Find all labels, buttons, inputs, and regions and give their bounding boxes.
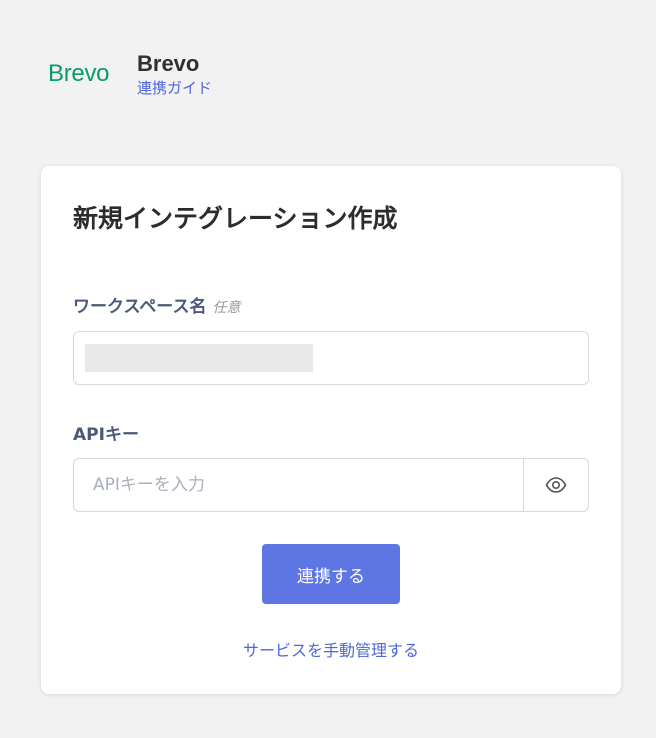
api-key-label: APIキー <box>73 425 139 445</box>
manual-manage-link[interactable]: サービスを手動管理する <box>41 637 621 661</box>
page-title: 新規インテグレーション作成 <box>73 204 398 233</box>
connect-button[interactable]: 連携する <box>262 544 400 604</box>
workspace-name-value: ■■■■■■■■■■ <box>85 344 313 372</box>
app-name: Brevo <box>137 51 200 76</box>
brand-text: Brevo 連携ガイド <box>137 50 212 98</box>
brand-header: Brevo Brevo 連携ガイド <box>48 50 212 98</box>
integration-guide-link[interactable]: 連携ガイド <box>137 78 212 98</box>
api-key-field-group <box>73 458 589 512</box>
workspace-name-input[interactable]: ■■■■■■■■■■ <box>73 331 589 385</box>
create-integration-card: 新規インテグレーション作成 ワークスペース名任意 ■■■■■■■■■■ APIキ… <box>41 166 621 694</box>
workspace-name-label-text: ワークスペース名 <box>73 297 207 317</box>
toggle-visibility-button[interactable] <box>523 459 588 511</box>
brevo-logo: Brevo <box>48 60 110 87</box>
eye-icon <box>545 477 567 493</box>
workspace-name-label: ワークスペース名 任意 <box>73 292 240 317</box>
optional-tag: 任意 <box>212 300 241 316</box>
api-key-input[interactable] <box>74 459 523 511</box>
